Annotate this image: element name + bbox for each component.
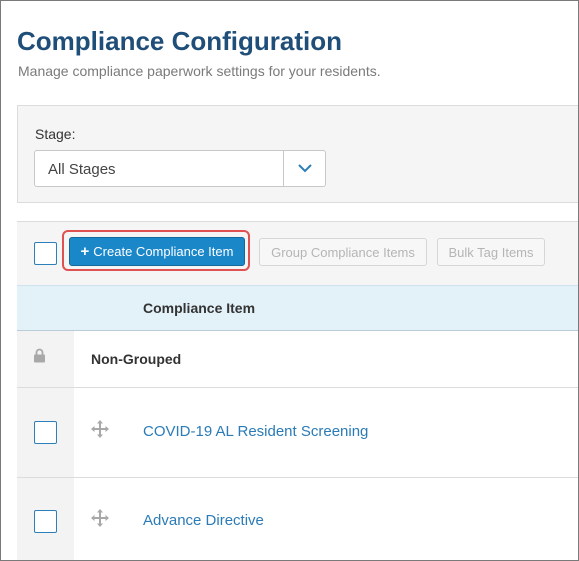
compliance-configuration-page: Compliance Configuration Manage complian… — [0, 0, 579, 561]
compliance-item-link[interactable]: COVID-19 AL Resident Screening — [143, 423, 368, 440]
chevron-down-icon[interactable] — [283, 151, 325, 186]
table-row: COVID-19 AL Resident Screening — [17, 389, 578, 478]
create-compliance-item-label: Create Compliance Item — [93, 244, 234, 259]
group-name: Non-Grouped — [91, 351, 182, 367]
row-checkbox[interactable] — [34, 510, 57, 533]
stage-select-value: All Stages — [48, 161, 116, 178]
group-compliance-items-button[interactable]: Group Compliance Items — [259, 238, 427, 266]
compliance-item-link[interactable]: Advance Directive — [143, 512, 264, 529]
stage-select[interactable]: All Stages — [34, 150, 326, 187]
row-checkbox[interactable] — [34, 421, 57, 444]
create-compliance-item-button[interactable]: + Create Compliance Item — [69, 237, 245, 266]
move-icon[interactable] — [91, 509, 109, 532]
plus-icon: + — [80, 243, 90, 260]
stage-label: Stage: — [35, 126, 76, 142]
select-all-checkbox[interactable] — [34, 242, 57, 265]
move-icon[interactable] — [91, 420, 109, 443]
page-subtitle: Manage compliance paperwork settings for… — [18, 63, 381, 79]
filter-panel: Stage: All Stages — [17, 105, 578, 203]
table-toolbar: + Create Compliance Item Group Complianc… — [17, 221, 578, 285]
table-row: Advance Directive — [17, 478, 578, 560]
table-header: Compliance Item — [17, 285, 578, 331]
column-header-compliance-item[interactable]: Compliance Item — [143, 300, 255, 316]
lock-icon — [33, 348, 46, 368]
page-title: Compliance Configuration — [17, 26, 342, 56]
group-row: Non-Grouped — [17, 331, 578, 388]
bulk-tag-items-button[interactable]: Bulk Tag Items — [437, 238, 545, 266]
